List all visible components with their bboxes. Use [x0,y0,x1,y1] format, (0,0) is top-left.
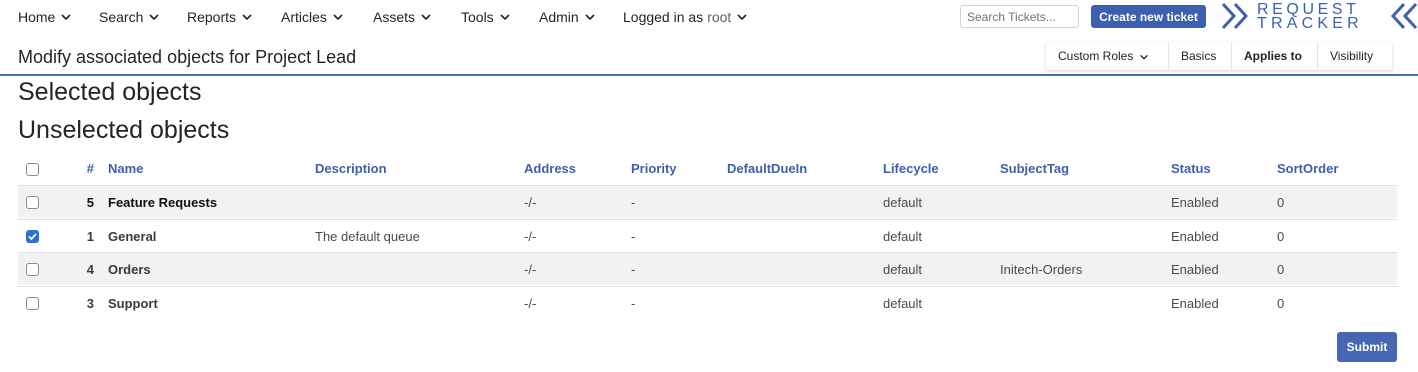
column-header-address[interactable]: Address [524,161,576,176]
row-name-link[interactable]: Feature Requests [108,195,217,210]
nav-reports[interactable]: Reports [187,9,253,25]
page-tabs: Custom Roles Basics Applies to Visibilit… [1046,42,1392,70]
chevron-down-icon [60,11,72,23]
row-sortorder: 0 [1277,229,1285,244]
row-lifecycle: default [883,296,923,311]
nav-articles-label: Articles [281,9,327,25]
nav-reports-label: Reports [187,9,237,25]
nav-articles[interactable]: Articles [281,9,344,25]
column-header-subjecttag[interactable]: SubjectTag [1000,161,1069,176]
row-priority: - [631,195,636,210]
row-address: -/- [524,262,537,277]
row-subjecttag: Initech-Orders [1000,262,1083,277]
create-ticket-button[interactable]: Create new ticket [1091,5,1206,28]
column-header-id[interactable]: # [82,161,94,176]
request-tracker-logo[interactable]: REQUEST TRACKER [1220,1,1418,33]
tab-basics[interactable]: Basics [1169,42,1232,70]
row-name-link[interactable]: Orders [108,262,151,277]
logo-arrows-right-icon [1390,2,1418,30]
row-checkbox[interactable] [26,230,39,243]
row-id: 4 [86,262,94,277]
chevron-down-icon [241,11,253,23]
nav-search[interactable]: Search [99,9,160,25]
search-tickets-input[interactable] [960,5,1079,28]
column-header-description[interactable]: Description [315,161,387,176]
page-header: Modify associated objects for Project Le… [0,38,1418,76]
table-row: 3 Support -/- - default Enabled 0 [18,286,1397,319]
nav-home-label: Home [18,9,56,25]
tab-custom-roles-label: Custom Roles [1058,49,1134,63]
row-status: Enabled [1171,296,1219,311]
logo-text-tracker: TRACKER [1257,15,1363,32]
row-address: -/- [524,296,537,311]
tab-applies-to[interactable]: Applies to [1232,42,1318,70]
row-checkbox[interactable] [26,263,39,276]
tab-visibility-label: Visibility [1330,49,1374,63]
chevron-down-icon [736,11,748,23]
row-name-link[interactable]: General [108,229,156,244]
nav-tools[interactable]: Tools [461,9,511,25]
page-title: Modify associated objects for Project Le… [18,47,357,67]
selected-objects-heading: Selected objects [18,78,202,106]
tab-custom-roles[interactable]: Custom Roles [1046,42,1169,70]
row-lifecycle: default [883,262,923,277]
logged-in-label: Logged in as [623,9,704,25]
row-sortorder: 0 [1277,262,1285,277]
row-priority: - [631,229,636,244]
column-header-status[interactable]: Status [1171,161,1211,176]
logo-arrows-left-icon [1221,2,1249,30]
top-navigation: Home Search Reports Articles Assets Tool… [0,0,1418,34]
row-sortorder: 0 [1277,296,1285,311]
chevron-down-icon [499,11,511,23]
nav-admin-label: Admin [539,9,579,25]
checkmark-icon [28,233,37,241]
nav-assets[interactable]: Assets [373,9,432,25]
nav-tools-label: Tools [461,9,494,25]
table-row: 4 Orders -/- - default Initech-Orders En… [18,252,1397,285]
column-header-defaultduein[interactable]: DefaultDueIn [727,161,807,176]
column-header-name[interactable]: Name [108,161,143,176]
nav-admin[interactable]: Admin [539,9,596,25]
tab-basics-label: Basics [1181,49,1217,63]
chevron-down-icon [148,11,160,23]
column-header-sortorder[interactable]: SortOrder [1277,161,1338,176]
chevron-down-icon [584,11,596,23]
row-id: 1 [86,229,94,244]
tab-visibility[interactable]: Visibility [1318,42,1392,70]
unselected-objects-heading: Unselected objects [18,116,230,144]
submit-button[interactable]: Submit [1337,332,1397,362]
chevron-down-icon [1139,51,1149,61]
tab-applies-to-label: Applies to [1244,49,1303,63]
nav-home[interactable]: Home [18,9,72,25]
row-id: 5 [86,195,94,210]
select-all-checkbox[interactable] [26,163,39,176]
nav-search-label: Search [99,9,144,25]
row-name-link[interactable]: Support [108,296,158,311]
logged-in-username: root [707,9,732,25]
row-status: Enabled [1171,262,1219,277]
table-row: 1 General The default queue -/- - defaul… [18,219,1397,252]
table-header-row: # Name Description Address Priority Defa… [18,152,1397,185]
row-lifecycle: default [883,229,923,244]
column-header-priority[interactable]: Priority [631,161,677,176]
row-checkbox[interactable] [26,297,39,310]
nav-assets-label: Assets [373,9,416,25]
row-id: 3 [86,296,94,311]
row-priority: - [631,296,636,311]
row-status: Enabled [1171,229,1219,244]
row-checkbox[interactable] [26,196,39,209]
row-address: -/- [524,195,537,210]
row-description: The default queue [315,229,420,244]
column-header-lifecycle[interactable]: Lifecycle [883,161,939,176]
chevron-down-icon [420,11,432,23]
row-lifecycle: default [883,195,923,210]
row-sortorder: 0 [1277,195,1285,210]
row-address: -/- [524,229,537,244]
table-row: 5 Feature Requests -/- - default Enabled… [18,185,1397,218]
row-priority: - [631,262,636,277]
chevron-down-icon [332,11,344,23]
nav-logged-in[interactable]: Logged in as root [623,9,748,25]
row-status: Enabled [1171,195,1219,210]
